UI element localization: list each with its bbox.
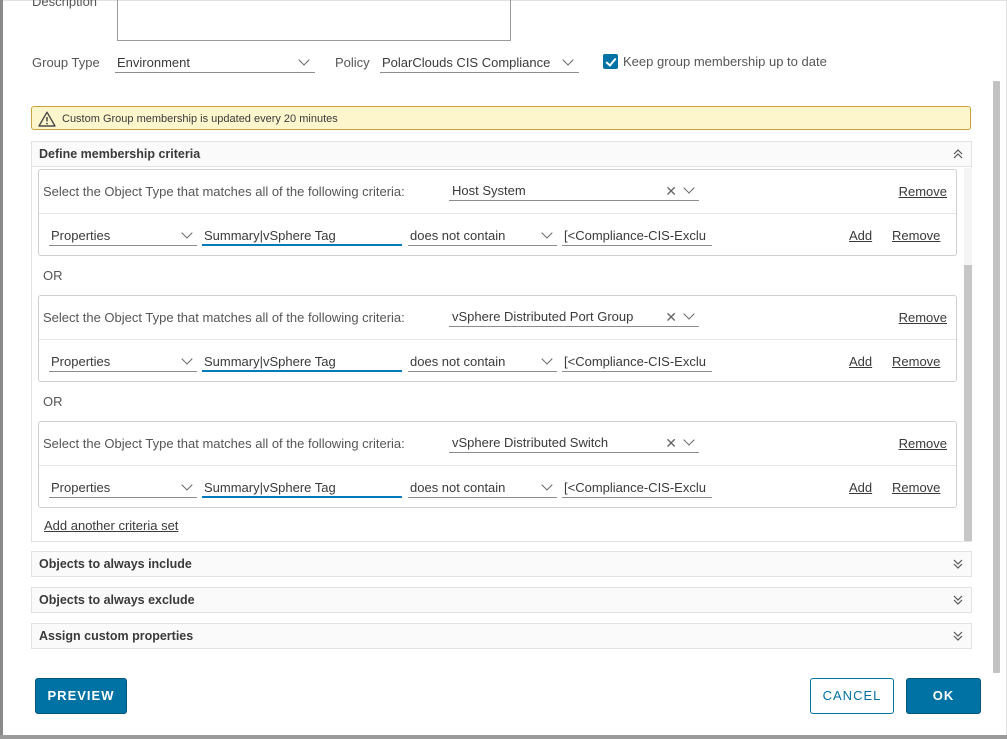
policy-label: Policy	[335, 55, 370, 70]
chevron-down-icon	[541, 479, 553, 491]
double-chevron-down-icon[interactable]	[953, 557, 963, 571]
description-textarea[interactable]	[117, 0, 511, 41]
operator-value: does not contain	[410, 480, 506, 495]
property-type-value: Properties	[51, 480, 111, 495]
property-type-value: Properties	[51, 228, 111, 243]
chevron-down-icon	[541, 227, 553, 239]
remove-condition-link[interactable]: Remove	[892, 228, 940, 243]
chevron-down-icon	[562, 54, 574, 66]
window-edge	[0, 0, 3, 739]
chevron-down-icon	[683, 182, 695, 194]
chevron-down-icon	[181, 353, 193, 365]
cancel-button[interactable]: CANCEL	[810, 678, 894, 714]
group-type-value: Environment	[117, 55, 190, 70]
keep-updated-label[interactable]: Keep group membership up to date	[623, 54, 827, 69]
always-exclude-header[interactable]: Objects to always exclude	[31, 587, 972, 613]
add-condition-link[interactable]: Add	[849, 354, 872, 369]
window-edge	[0, 735, 1007, 739]
divider	[39, 465, 956, 466]
property-input[interactable]: Summary|vSphere Tag	[202, 352, 402, 372]
close-icon[interactable]: ✕	[665, 184, 677, 198]
always-include-header[interactable]: Objects to always include	[31, 551, 972, 577]
property-input[interactable]: Summary|vSphere Tag	[202, 226, 402, 246]
close-icon[interactable]: ✕	[665, 436, 677, 450]
property-type-select[interactable]: Properties	[49, 352, 197, 372]
chevron-down-icon	[683, 308, 695, 320]
criteria-set-1: Select the Object Type that matches all …	[38, 169, 957, 256]
operator-value: does not contain	[410, 354, 506, 369]
add-condition-link[interactable]: Add	[849, 480, 872, 495]
value-input[interactable]: [<Compliance-CIS-Exclu	[562, 226, 712, 246]
operator-select[interactable]: does not contain	[408, 352, 557, 372]
criteria-prompt: Select the Object Type that matches all …	[43, 436, 405, 451]
custom-properties-title: Assign custom properties	[39, 629, 194, 643]
double-chevron-down-icon[interactable]	[953, 629, 963, 643]
chevron-down-icon	[541, 353, 553, 365]
keep-updated-checkbox[interactable]	[603, 54, 618, 69]
property-type-select[interactable]: Properties	[49, 226, 197, 246]
preview-button[interactable]: PREVIEW	[35, 678, 127, 714]
add-condition-link[interactable]: Add	[849, 228, 872, 243]
object-type-select[interactable]: vSphere Distributed Port Group ✕	[449, 307, 699, 327]
divider	[39, 213, 956, 214]
remove-set-link[interactable]: Remove	[899, 436, 947, 451]
criteria-prompt: Select the Object Type that matches all …	[43, 310, 405, 325]
property-input[interactable]: Summary|vSphere Tag	[202, 478, 402, 498]
alert-text: Custom Group membership is updated every…	[62, 113, 338, 125]
remove-condition-link[interactable]: Remove	[892, 480, 940, 495]
divider	[39, 339, 956, 340]
policy-select[interactable]: PolarClouds CIS Compliance	[380, 53, 579, 73]
object-type-value: vSphere Distributed Switch	[452, 435, 609, 450]
chevron-down-icon	[181, 227, 193, 239]
dialog-scrollbar[interactable]	[993, 81, 1000, 673]
info-alert: Custom Group membership is updated every…	[31, 106, 971, 130]
object-type-select[interactable]: vSphere Distributed Switch ✕	[449, 433, 699, 453]
remove-set-link[interactable]: Remove	[899, 184, 947, 199]
add-criteria-set-link[interactable]: Add another criteria set	[44, 518, 178, 533]
chevron-down-icon	[298, 54, 310, 66]
value-input[interactable]: [<Compliance-CIS-Exclu	[562, 478, 712, 498]
membership-criteria-header[interactable]: Define membership criteria	[31, 141, 972, 167]
property-type-value: Properties	[51, 354, 111, 369]
property-type-select[interactable]: Properties	[49, 478, 197, 498]
operator-value: does not contain	[410, 228, 506, 243]
custom-properties-header[interactable]: Assign custom properties	[31, 623, 972, 649]
criteria-prompt: Select the Object Type that matches all …	[43, 184, 405, 199]
or-label: OR	[43, 394, 63, 409]
operator-select[interactable]: does not contain	[408, 226, 557, 246]
or-label: OR	[43, 268, 63, 283]
custom-group-dialog: Description Group Type Environment Polic…	[0, 0, 1007, 739]
operator-select[interactable]: does not contain	[408, 478, 557, 498]
object-type-value: vSphere Distributed Port Group	[452, 309, 634, 324]
always-include-title: Objects to always include	[39, 557, 192, 571]
policy-value: PolarClouds CIS Compliance	[382, 55, 551, 70]
double-chevron-up-icon[interactable]	[953, 147, 963, 161]
membership-criteria-title: Define membership criteria	[39, 147, 201, 161]
object-type-value: Host System	[452, 183, 526, 198]
remove-condition-link[interactable]: Remove	[892, 354, 940, 369]
description-label: Description	[32, 0, 98, 9]
ok-button[interactable]: OK	[906, 678, 981, 714]
criteria-set-2: Select the Object Type that matches all …	[38, 295, 957, 382]
object-type-select[interactable]: Host System ✕	[449, 181, 699, 201]
value-input[interactable]: [<Compliance-CIS-Exclu	[562, 352, 712, 372]
always-exclude-title: Objects to always exclude	[39, 593, 195, 607]
chevron-down-icon	[181, 479, 193, 491]
warning-triangle-icon	[38, 111, 56, 127]
group-type-label: Group Type	[32, 55, 100, 70]
chevron-down-icon	[683, 434, 695, 446]
criteria-scrollbar[interactable]	[964, 265, 972, 541]
double-chevron-down-icon[interactable]	[953, 593, 963, 607]
remove-set-link[interactable]: Remove	[899, 310, 947, 325]
close-icon[interactable]: ✕	[665, 310, 677, 324]
criteria-set-3: Select the Object Type that matches all …	[38, 421, 957, 508]
group-type-select[interactable]: Environment	[115, 53, 315, 73]
